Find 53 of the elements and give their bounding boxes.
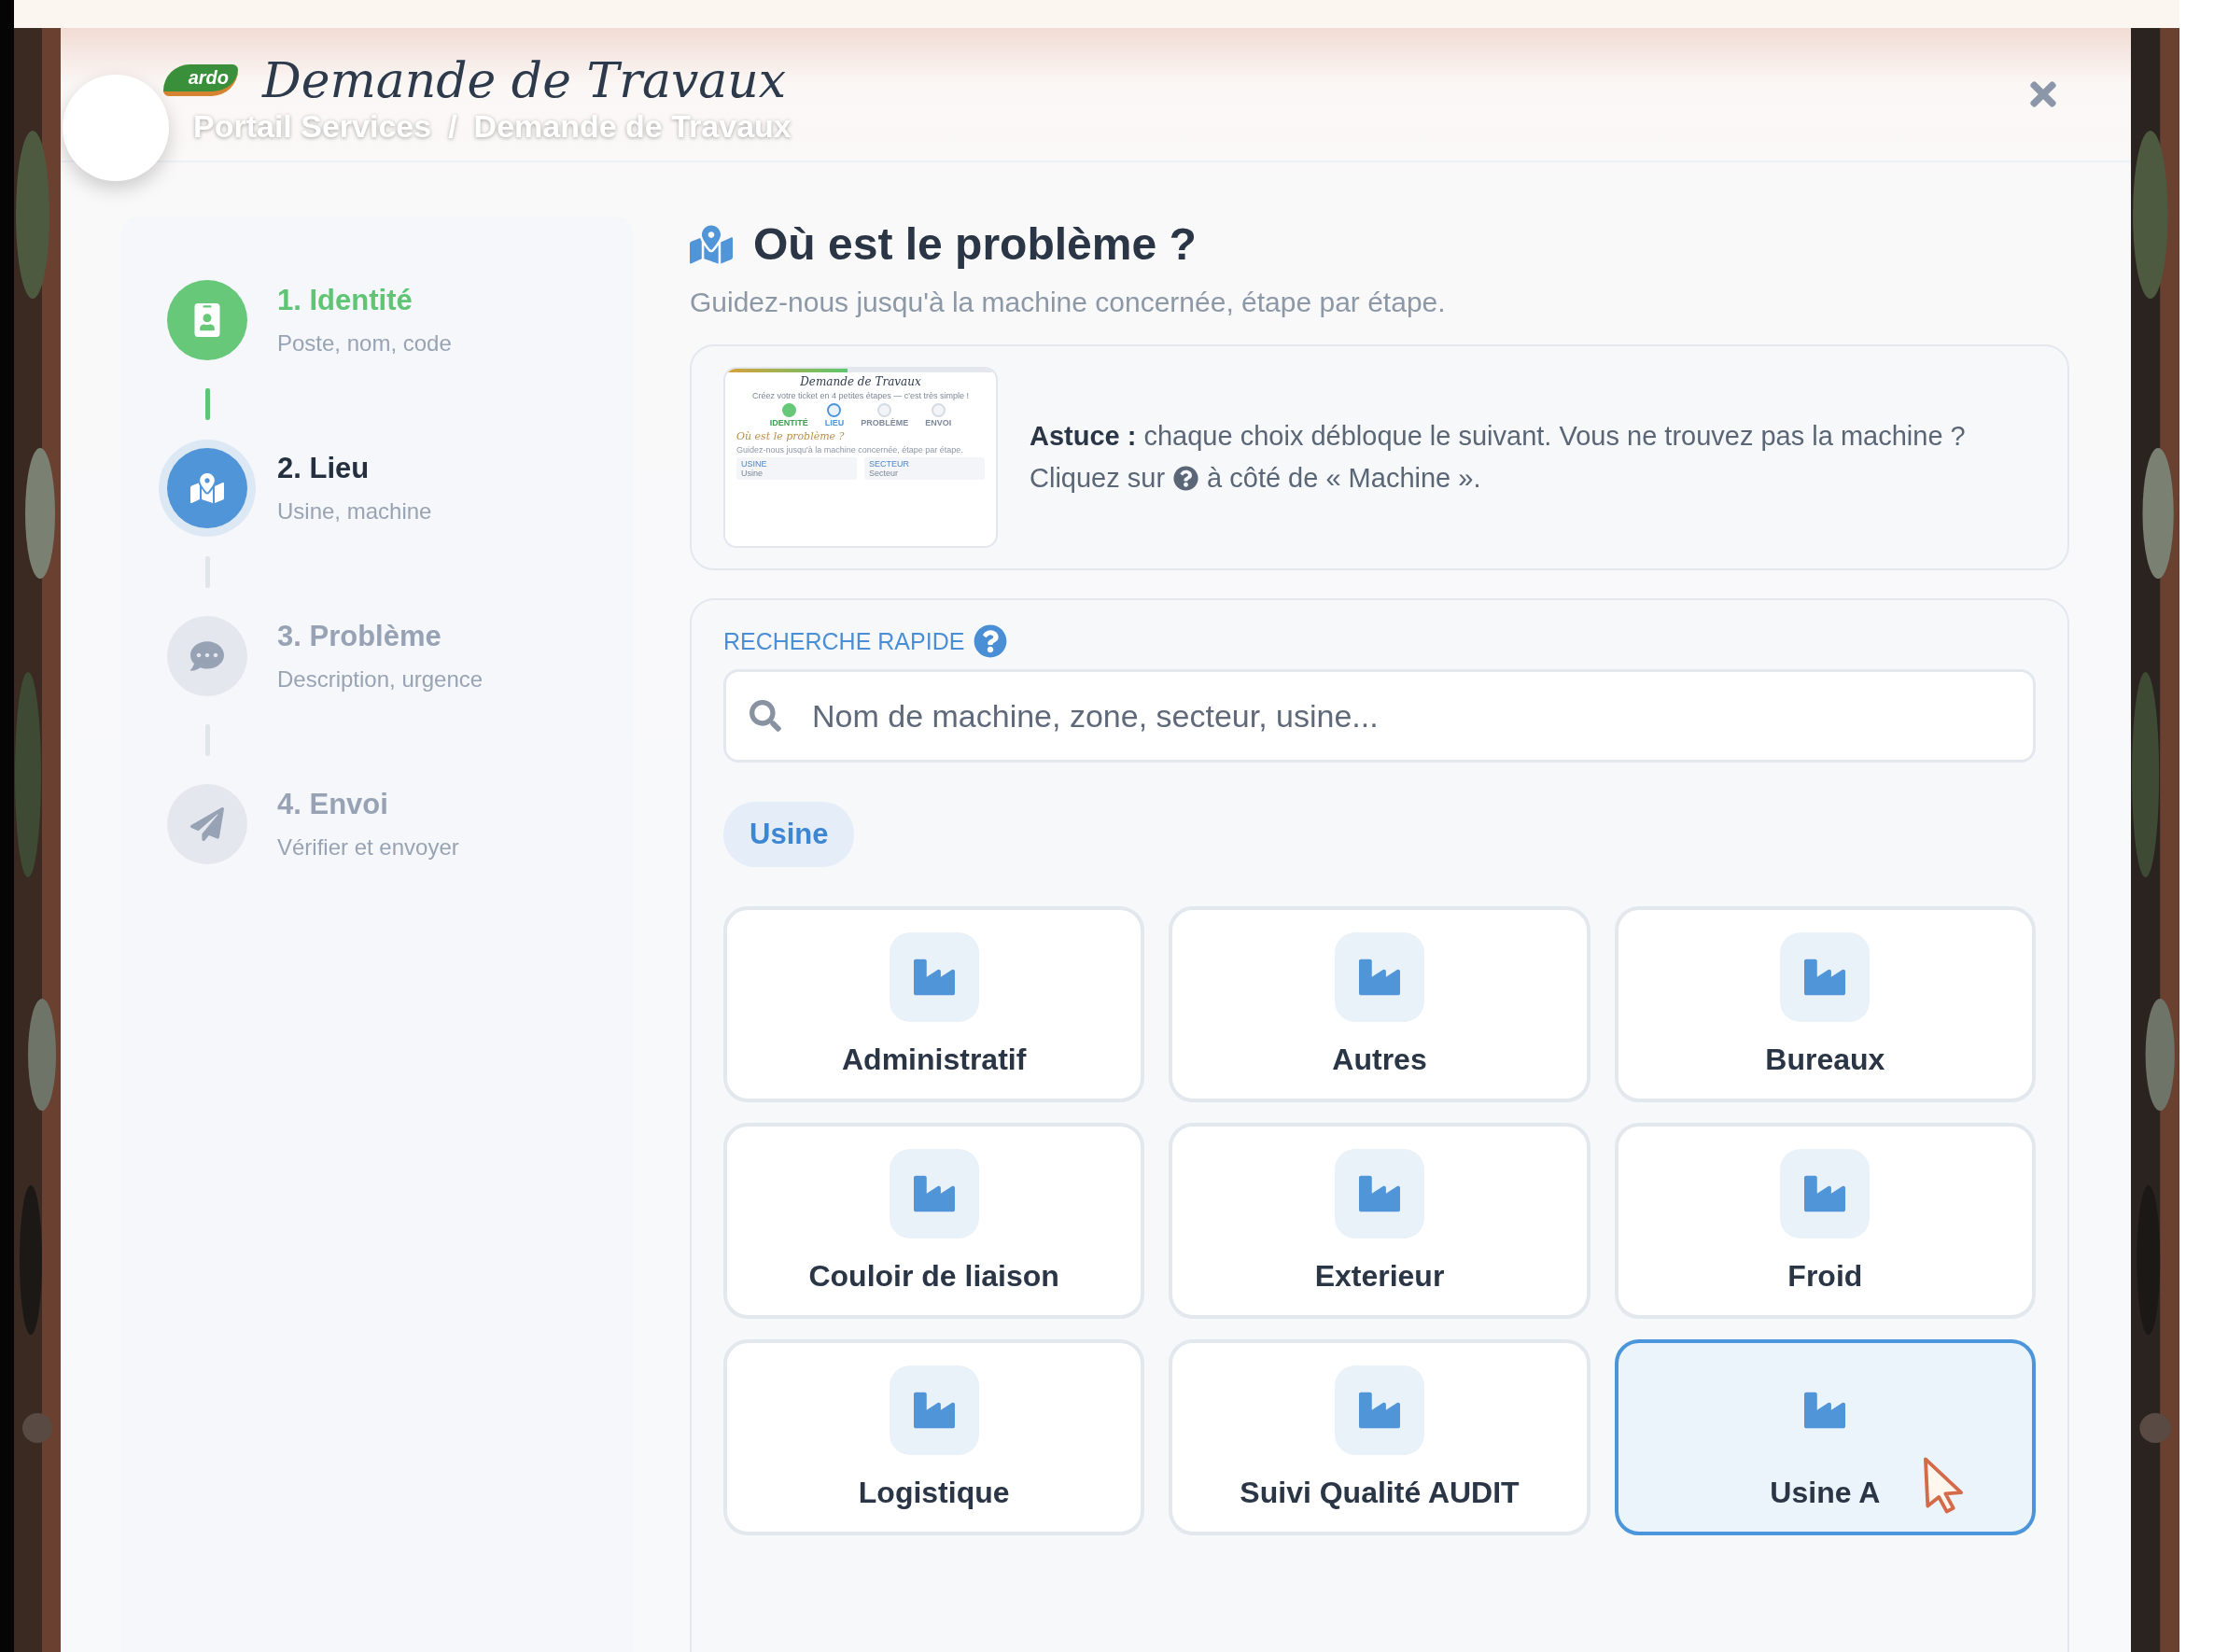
factory-icon <box>889 1365 979 1455</box>
section-subtitle: Guidez-nous jusqu'à la machine concernée, étape par étape. <box>690 287 1447 318</box>
thumbnail-step-label: ENVOI <box>925 418 952 427</box>
speech-bubble-icon <box>190 639 224 673</box>
factory-icon <box>1335 931 1424 1022</box>
search-label: RECHERCHE RAPIDE <box>723 627 965 655</box>
location-card[interactable]: Administratif <box>723 906 1145 1102</box>
location-card[interactable]: Froid <box>1614 1123 2036 1319</box>
step-subtitle: Vérifier et envoyer <box>277 834 459 861</box>
search-field[interactable]: Nom de machine, zone, secteur, usine... <box>723 669 2036 763</box>
thumbnail-step-label: LIEU <box>824 418 845 427</box>
step-title: 3. Problème <box>277 620 442 653</box>
factory-icon <box>889 1148 979 1239</box>
section-title: Où est le problème ? <box>753 218 1197 270</box>
factory-icon <box>1335 1148 1424 1239</box>
page-title: Demande de Travaux <box>262 51 787 108</box>
thumbnail-field-label: USINE <box>741 459 768 469</box>
thumbnail-field-value: Secteur <box>869 469 900 478</box>
location-card[interactable]: Couloir de liaison <box>723 1123 1145 1319</box>
factory-icon <box>1780 1148 1871 1239</box>
search-icon <box>750 700 781 732</box>
location-card[interactable]: Bureaux <box>1614 906 2036 1102</box>
step-subtitle: Description, urgence <box>277 666 483 693</box>
step-title: 4. Envoi <box>277 788 389 821</box>
paper-plane-icon <box>190 807 224 841</box>
location-card[interactable]: Suivi Qualité AUDIT <box>1169 1339 1590 1535</box>
thumbnail-title: Demande de Travaux <box>800 375 921 388</box>
tip-text: Astuce : chaque choix débloque le suivant. Vous ne trouvez pas la machine ? <box>1030 420 1966 454</box>
thumbnail-field-label: SECTEUR <box>869 459 910 469</box>
thumbnail-heading: Où est le problème ? <box>736 430 845 442</box>
step-subtitle: Poste, nom, code <box>277 330 452 357</box>
location-card[interactable]: Logistique <box>723 1339 1145 1535</box>
factory-icon <box>889 931 979 1022</box>
help-icon <box>1173 465 1199 491</box>
tip-text: à côté de « Machine ». <box>1207 462 1481 495</box>
map-pin-icon <box>190 471 224 505</box>
tip-text: Cliquez sur <box>1030 462 1166 495</box>
logo: ardo <box>163 63 238 96</box>
help-icon[interactable] <box>974 624 1008 658</box>
step-title: 2. Lieu <box>277 452 371 485</box>
location-card[interactable]: Autres <box>1169 906 1590 1102</box>
thumbnail-step-label: IDENTITÉ <box>769 418 808 427</box>
thumbnail-step-label: PROBLÈME <box>861 418 909 427</box>
step-title: 1. Identité <box>277 284 413 317</box>
thumbnail-tagline: Créez votre ticket en 4 petites étapes — c'est très simple ! <box>752 391 969 400</box>
step-subtitle: Usine, machine <box>277 498 432 525</box>
factory-icon <box>1780 931 1871 1022</box>
location-card[interactable]: Exterieur <box>1169 1123 1590 1319</box>
thumbnail-field-value: Usine <box>741 469 764 478</box>
breadcrumb-separator: / <box>448 107 457 145</box>
location-card[interactable]: Usine A <box>1614 1339 2036 1535</box>
factory-icon <box>1335 1365 1424 1455</box>
thumbnail-subtitle: Guidez-nous jusqu'à la machine concernée, étape par étape. <box>736 445 963 455</box>
